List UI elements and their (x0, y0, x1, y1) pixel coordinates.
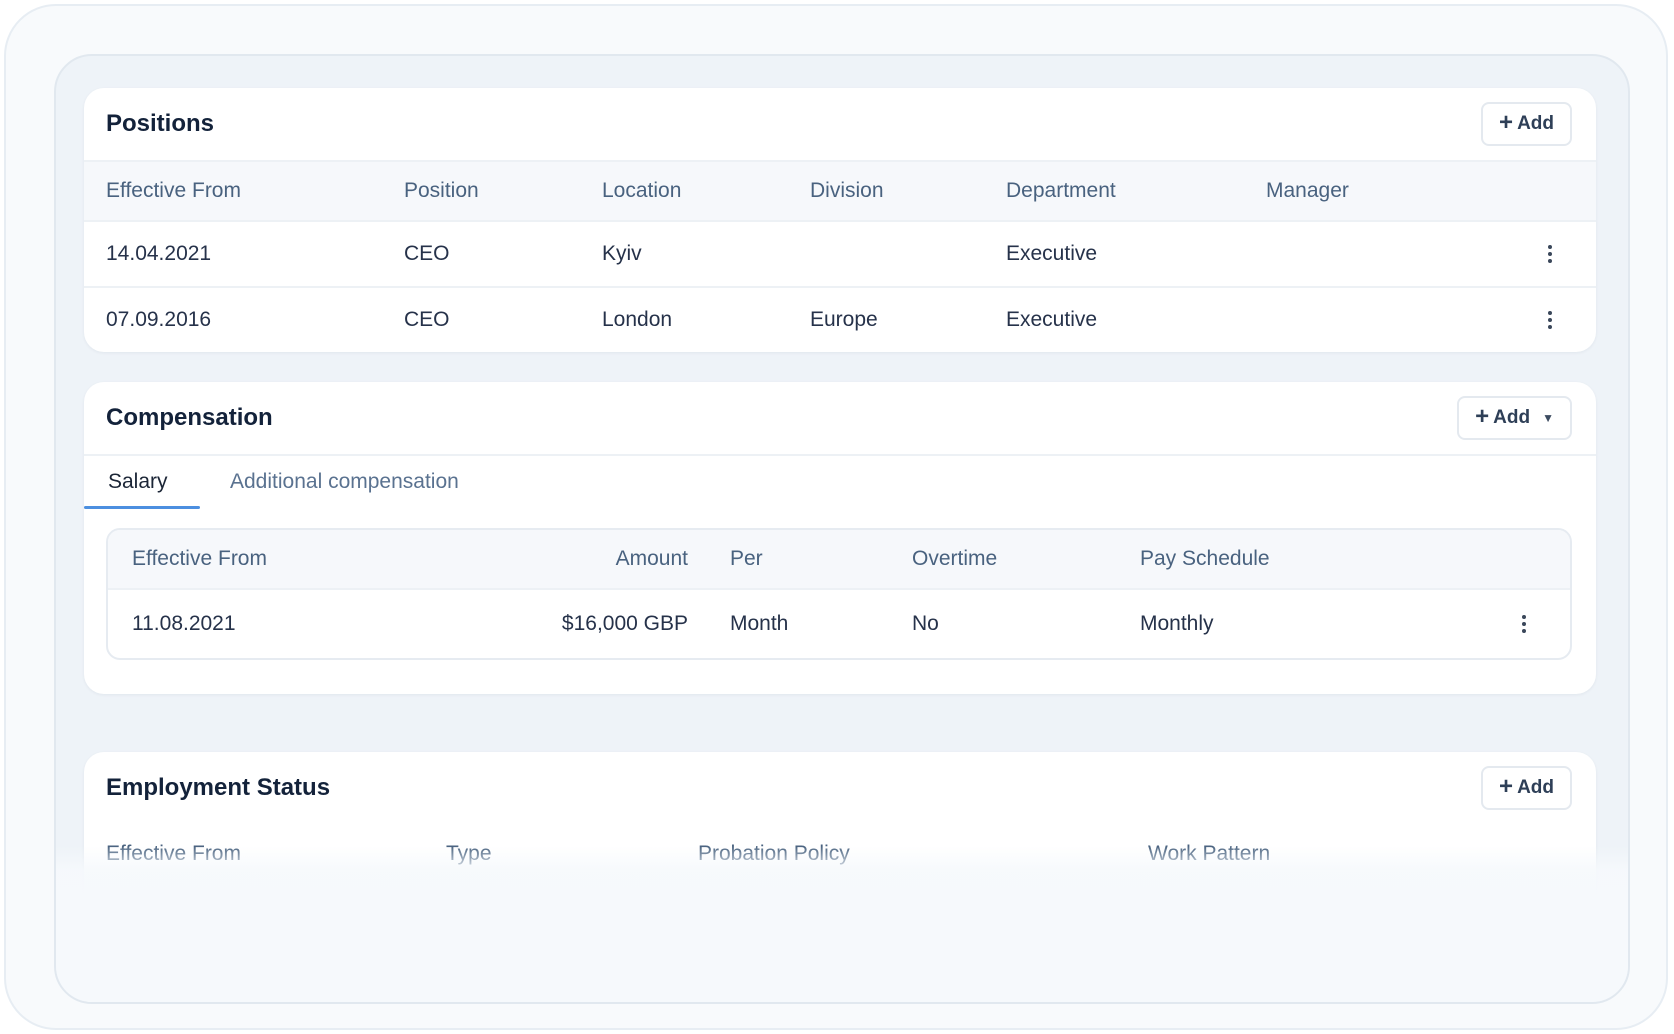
positions-header: Positions + Add (84, 88, 1596, 160)
cell-effective-from: 11.08.2021 (132, 612, 236, 635)
column-header[interactable]: Effective From (132, 530, 267, 588)
salary-table: Effective From Amount Per Overtime Pay S… (106, 528, 1572, 660)
cell-position: CEO (404, 308, 450, 331)
column-header[interactable]: Division (810, 162, 884, 220)
plus-icon: + (1499, 773, 1514, 800)
column-header[interactable]: Per (730, 530, 763, 588)
employment-status-table-header: Effective From Type Probation Policy Wor… (84, 824, 1596, 884)
active-tab-indicator (84, 506, 200, 509)
column-header[interactable]: Effective From (106, 824, 241, 884)
table-row[interactable]: 11.08.2021 $16,000 GBP Month No Monthly (108, 588, 1570, 658)
column-header[interactable]: Type (446, 824, 492, 884)
plus-icon: + (1499, 109, 1514, 136)
column-header[interactable]: Pay Schedule (1140, 530, 1270, 588)
column-header[interactable]: Department (1006, 162, 1116, 220)
cell-department: Executive (1006, 308, 1098, 331)
compensation-add-dropdown-button[interactable]: + Add ▼ (1457, 396, 1572, 440)
add-label: Add (1517, 777, 1554, 798)
more-options-icon[interactable] (1548, 222, 1552, 286)
compensation-card: Compensation + Add ▼ Salary Additional c… (84, 382, 1596, 694)
cell-effective-from: 14.04.2021 (106, 242, 212, 265)
positions-card: Positions + Add Effective From Position … (84, 88, 1596, 352)
add-label: Add (1493, 407, 1531, 428)
column-header[interactable]: Probation Policy (698, 824, 850, 884)
content-frame: Positions + Add Effective From Position … (54, 54, 1630, 1004)
caret-down-icon: ▼ (1542, 411, 1554, 425)
positions-add-button[interactable]: + Add (1481, 102, 1572, 146)
app-window: Positions + Add Effective From Position … (4, 4, 1668, 1030)
column-header[interactable]: Amount (598, 530, 688, 588)
more-options-icon[interactable] (1548, 288, 1552, 352)
column-header[interactable]: Manager (1266, 162, 1349, 220)
column-header[interactable]: Position (404, 162, 479, 220)
table-row[interactable]: 07.09.2016 CEO London Europe Executive (84, 286, 1596, 352)
cell-pay-schedule: Monthly (1140, 612, 1214, 635)
salary-table-header: Effective From Amount Per Overtime Pay S… (108, 530, 1570, 588)
cell-department: Executive (1006, 242, 1098, 265)
column-header[interactable]: Overtime (912, 530, 997, 588)
compensation-header: Compensation + Add ▼ (84, 382, 1596, 454)
column-header[interactable]: Effective From (106, 162, 241, 220)
employment-status-card: Employment Status + Add Effective From T… (84, 752, 1596, 1002)
employment-status-add-button[interactable]: + Add (1481, 766, 1572, 810)
cell-division: Europe (810, 308, 878, 331)
tab-salary[interactable]: Salary (108, 470, 168, 494)
cell-position: CEO (404, 242, 450, 265)
positions-title: Positions (106, 110, 215, 137)
compensation-tabs: Salary Additional compensation (84, 454, 1596, 509)
compensation-title: Compensation (106, 404, 273, 431)
column-header[interactable]: Work Pattern (1148, 824, 1270, 884)
more-options-icon[interactable] (1522, 590, 1526, 658)
cell-overtime: No (912, 612, 939, 635)
column-header[interactable]: Location (602, 162, 681, 220)
cell-amount: $16,000 GBP (561, 612, 688, 635)
plus-icon: + (1475, 403, 1490, 430)
employment-status-header: Employment Status + Add (84, 752, 1596, 824)
cell-location: London (602, 308, 673, 331)
cell-location: Kyiv (602, 242, 642, 265)
positions-table-header: Effective From Position Location Divisio… (84, 160, 1596, 220)
cell-effective-from: 07.09.2016 (106, 308, 212, 331)
tab-additional-compensation[interactable]: Additional compensation (230, 470, 459, 494)
employment-status-title: Employment Status (106, 774, 331, 801)
add-label: Add (1517, 113, 1554, 134)
cell-per: Month (730, 612, 789, 635)
table-row[interactable]: 14.04.2021 CEO Kyiv Executive (84, 220, 1596, 286)
